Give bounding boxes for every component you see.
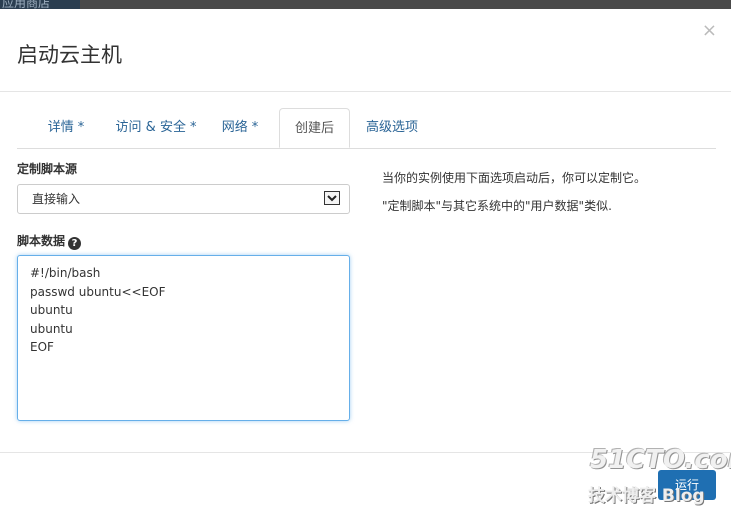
script-line: #!/bin/bash <box>30 266 101 280</box>
chevron-down-icon <box>324 191 340 205</box>
script-line: ubuntu <box>30 321 73 336</box>
script-line: ubuntu <box>30 303 73 317</box>
required-mark: * <box>189 120 197 135</box>
help-text-line2: "定制脚本"与其它系统中的"用户数据"类似. <box>382 199 612 213</box>
watermark-logo: 51CTO.com <box>590 445 731 475</box>
modal-header: 启动云主机 × <box>0 9 731 92</box>
background-app-label: 应用商店 <box>2 0 51 9</box>
tab-post-creation[interactable]: 创建后 <box>279 108 350 148</box>
tab-networking[interactable]: 网络 * <box>213 108 267 148</box>
tab-advanced-options-label: 高级选项 <box>365 120 418 135</box>
script-data-textarea[interactable]: #!/bin/bash passwd ubuntu<<EOF ubuntu ub… <box>17 255 350 421</box>
close-icon[interactable]: × <box>702 22 717 40</box>
script-data-label: 脚本数据 <box>17 234 66 248</box>
tab-details[interactable]: 详情 * <box>31 108 101 148</box>
help-text-line1: 当你的实例使用下面选项启动后，你可以定制它。 <box>382 171 647 185</box>
watermark-subtitle: 技术博客 Blog <box>588 486 705 506</box>
tab-access-security[interactable]: 访问 & 安全 * <box>107 108 205 148</box>
tab-networking-label: 网络 <box>221 120 248 135</box>
script-source-select[interactable]: 直接输入 <box>17 184 350 214</box>
background-app-bar: 应用商店 <box>0 0 80 9</box>
modal-title: 启动云主机 <box>17 43 122 67</box>
required-mark: * <box>77 120 85 135</box>
script-line: EOF <box>30 340 54 354</box>
tab-details-label: 详情 <box>47 120 74 135</box>
launch-instance-modal: 启动云主机 × 详情 * 访问 & 安全 * 网络 * 创建后 高级选项 定制脚本源 … <box>0 9 731 517</box>
tab-post-creation-label: 创建后 <box>294 121 334 136</box>
tab-bar: 详情 * 访问 & 安全 * 网络 * 创建后 高级选项 <box>17 108 716 149</box>
script-line: passwd ubuntu<<EOF <box>30 284 166 299</box>
required-mark: * <box>251 120 259 135</box>
script-source-label: 定制脚本源 <box>17 162 78 176</box>
question-circle-icon[interactable]: ? <box>68 237 82 250</box>
script-data-label-row: 脚本数据? <box>17 232 82 250</box>
script-source-value: 直接输入 <box>32 192 81 206</box>
tab-access-security-label: 访问 & 安全 <box>115 120 186 135</box>
tab-advanced-options[interactable]: 高级选项 <box>357 108 427 148</box>
